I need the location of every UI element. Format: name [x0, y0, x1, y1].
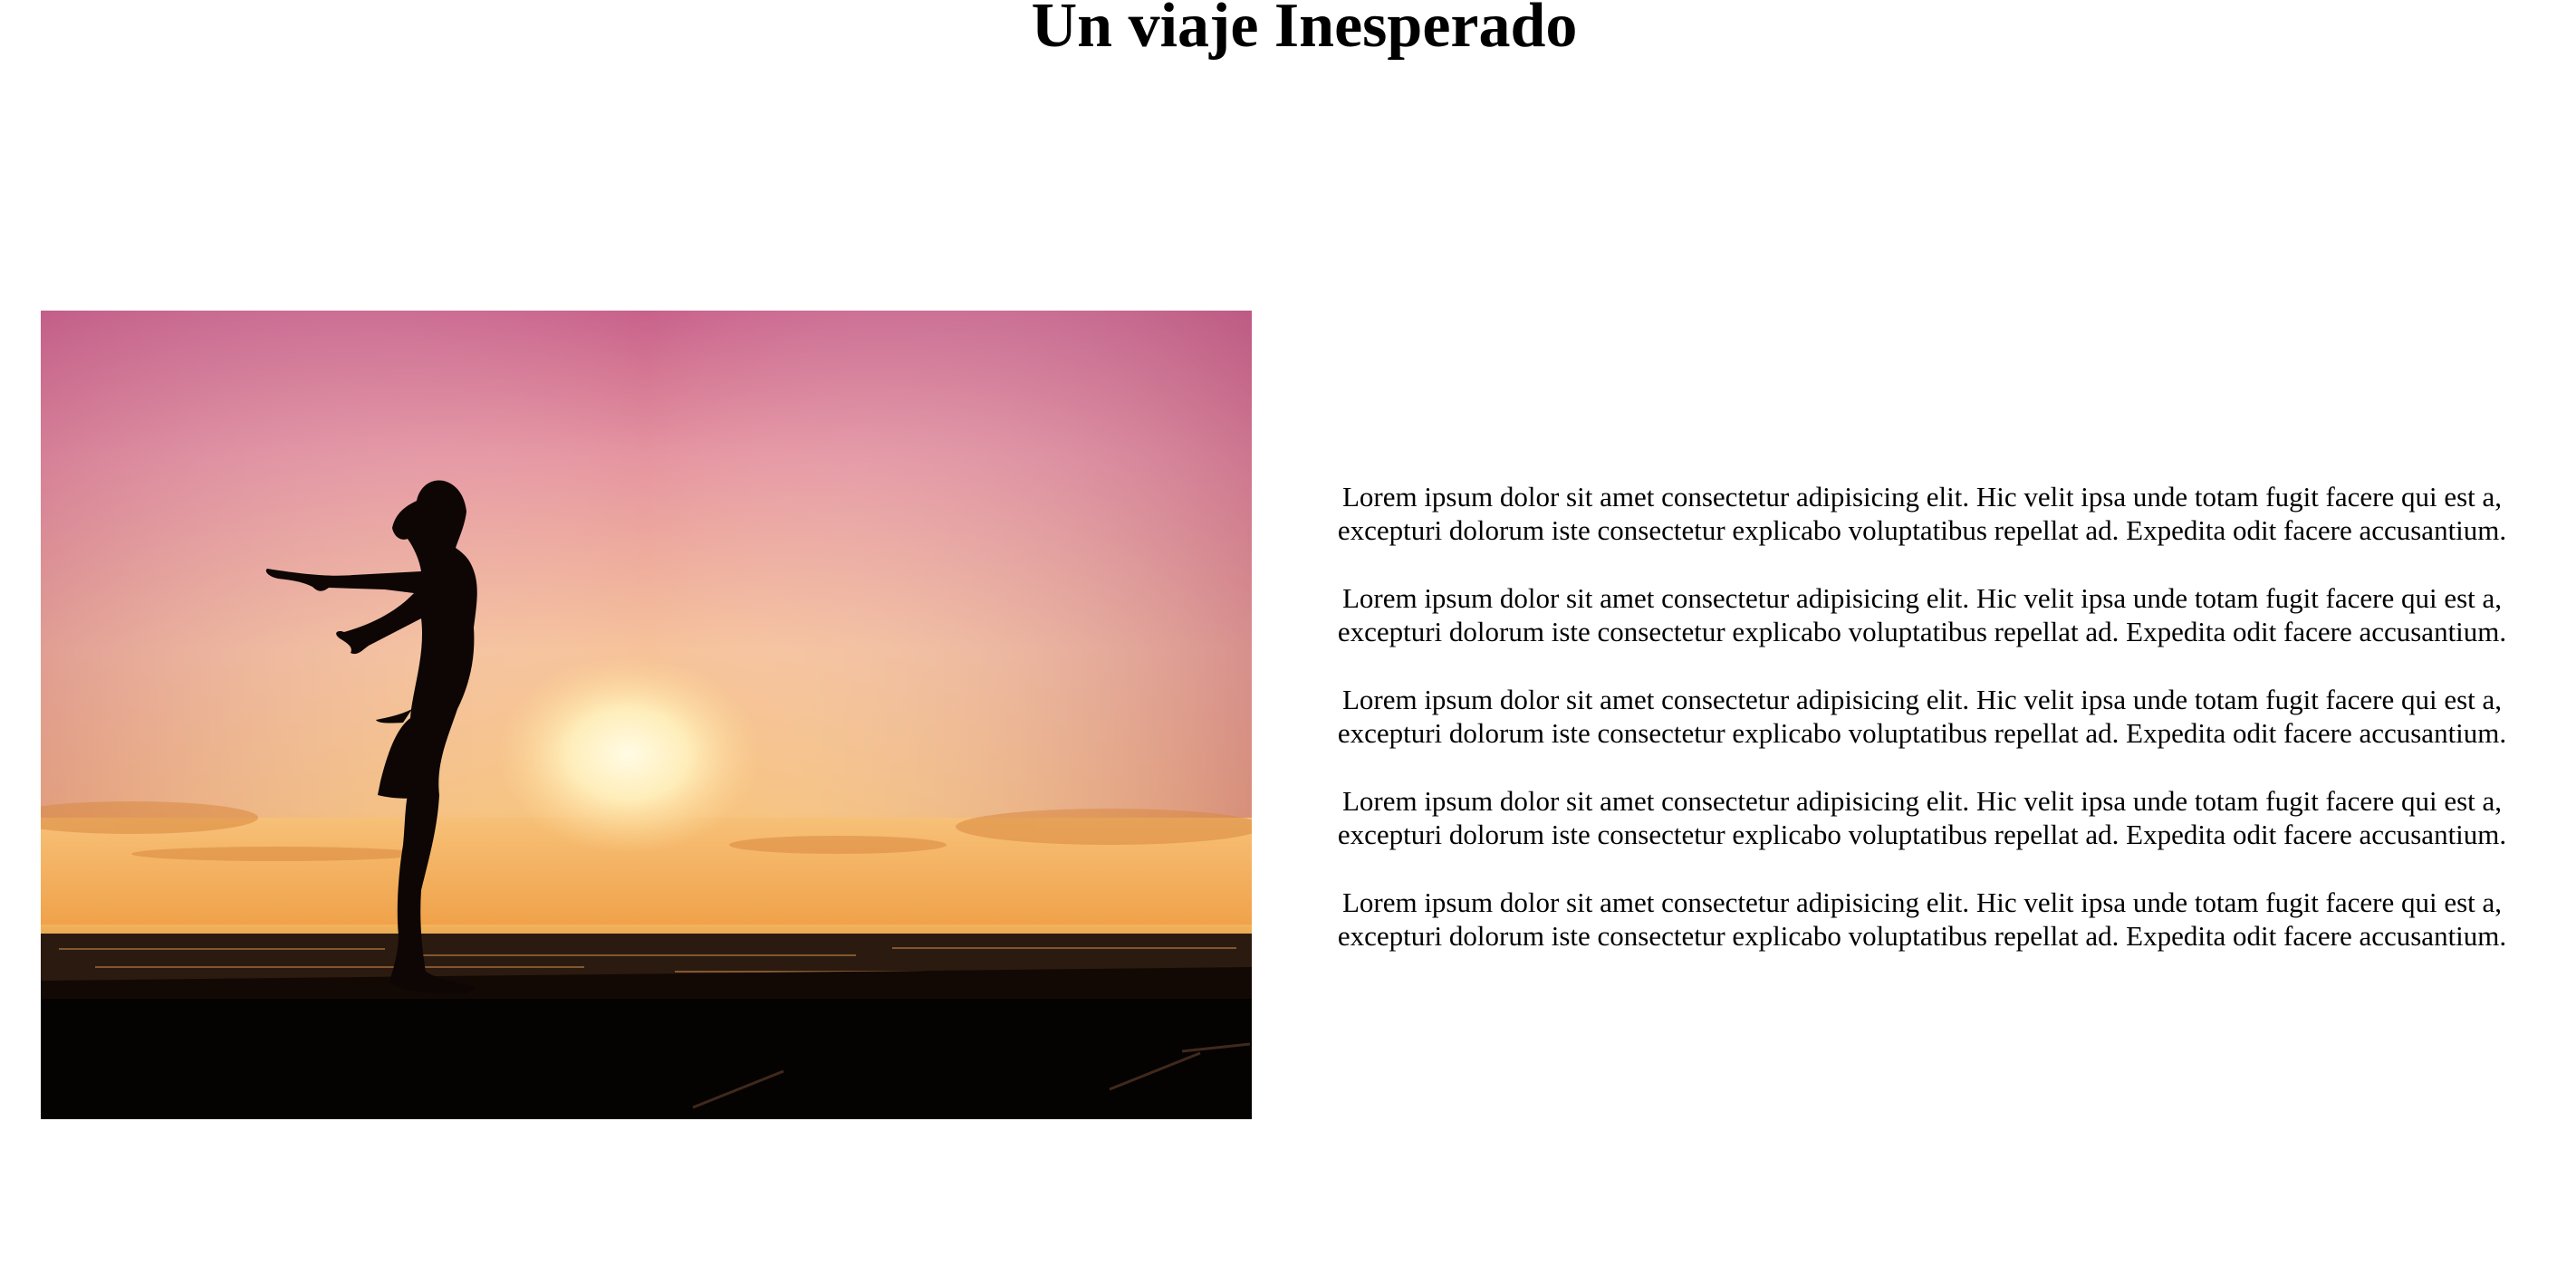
- paragraph-line: excepturi dolorum iste consectetur expli…: [1337, 616, 2507, 647]
- paragraph-3: Lorem ipsum dolor sit amet consectetur a…: [1270, 683, 2574, 750]
- page-title: Un viaje Inesperado: [1031, 0, 1578, 61]
- paragraph-5: Lorem ipsum dolor sit amet consectetur a…: [1270, 886, 2574, 953]
- paragraph-line: excepturi dolorum iste consectetur expli…: [1337, 514, 2507, 546]
- sunset-silhouette-photo: [41, 311, 1252, 1119]
- paragraph-line: Lorem ipsum dolor sit amet consectetur a…: [1341, 684, 2503, 715]
- page: Un viaje Inesperado Lorem ipsum dolor si…: [0, 0, 2576, 1284]
- paragraph-4: Lorem ipsum dolor sit amet consectetur a…: [1270, 784, 2574, 851]
- hero-image: [41, 311, 1252, 1119]
- text-column: Lorem ipsum dolor sit amet consectetur a…: [1270, 480, 2574, 987]
- paragraph-line: excepturi dolorum iste consectetur expli…: [1337, 920, 2507, 952]
- paragraph-line: Lorem ipsum dolor sit amet consectetur a…: [1341, 481, 2503, 513]
- paragraph-1: Lorem ipsum dolor sit amet consectetur a…: [1270, 480, 2574, 547]
- paragraph-line: Lorem ipsum dolor sit amet consectetur a…: [1341, 785, 2503, 817]
- paragraph-line: excepturi dolorum iste consectetur expli…: [1337, 819, 2507, 850]
- paragraph-2: Lorem ipsum dolor sit amet consectetur a…: [1270, 581, 2574, 648]
- paragraph-line: Lorem ipsum dolor sit amet consectetur a…: [1341, 886, 2503, 918]
- paragraph-line: Lorem ipsum dolor sit amet consectetur a…: [1341, 582, 2503, 614]
- paragraph-line: excepturi dolorum iste consectetur expli…: [1337, 717, 2507, 749]
